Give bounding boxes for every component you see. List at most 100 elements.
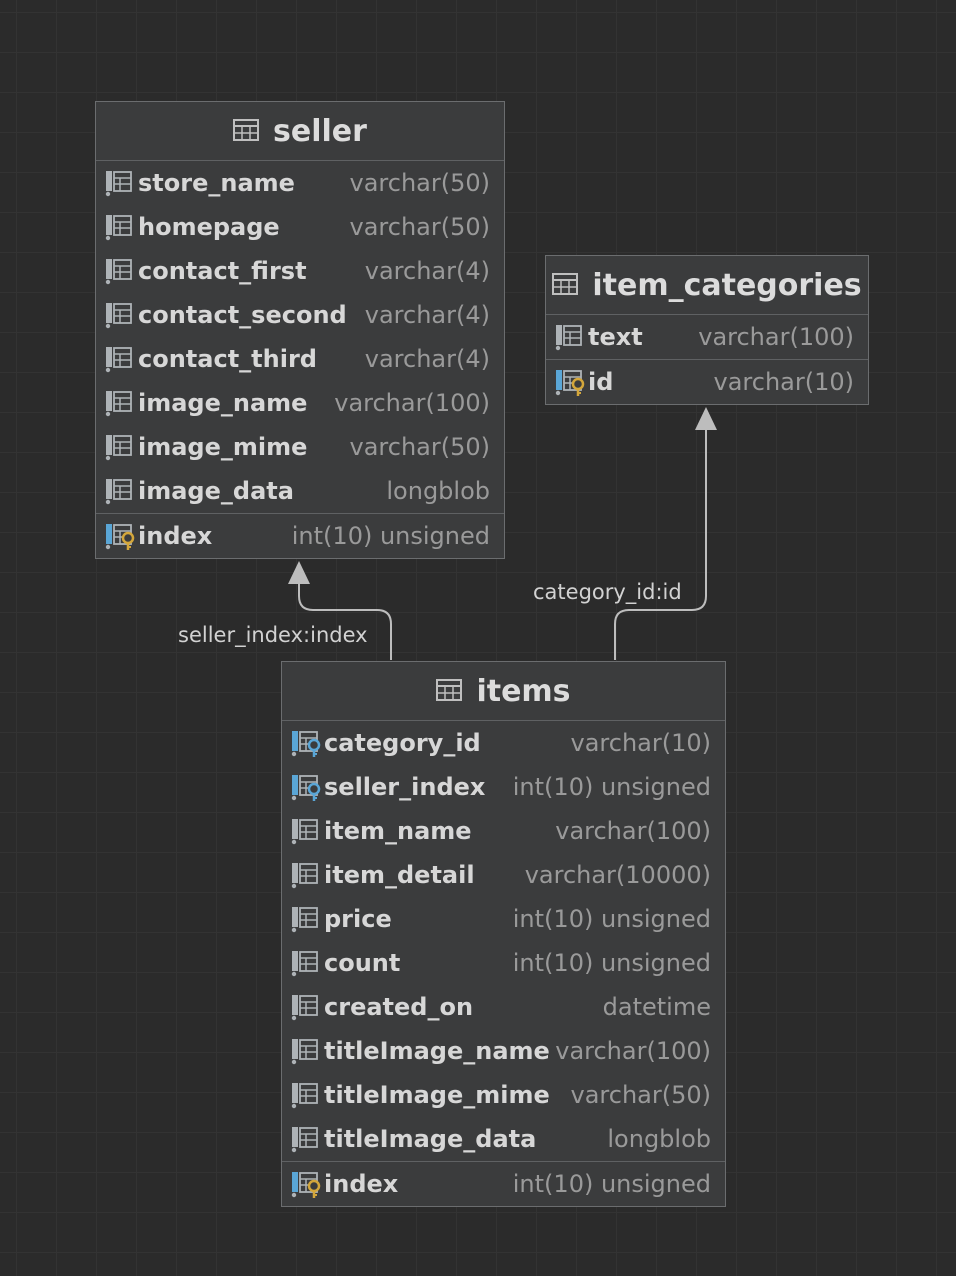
column-row[interactable]: titleImage_name varchar(100) (282, 1029, 725, 1073)
column-icon (290, 993, 324, 1021)
column-list: category_id varchar(10) seller_index int(10… (282, 721, 725, 1161)
column-type: varchar(10) (570, 729, 712, 757)
table-header[interactable]: item_categories (546, 256, 868, 315)
column-icon (104, 213, 138, 241)
column-icon (554, 323, 588, 351)
column-row[interactable]: homepage varchar(50) (96, 205, 504, 249)
column-row[interactable]: count int(10) unsigned (282, 941, 725, 985)
category-relation-label: category_id:id (533, 580, 682, 604)
primary-key-row[interactable]: id varchar(10) (546, 360, 868, 404)
column-name: contact_third (138, 345, 317, 373)
column-icon (104, 301, 138, 329)
column-type: varchar(100) (698, 323, 854, 351)
column-type: varchar(50) (349, 169, 491, 197)
seller-relation-arrow (288, 561, 310, 584)
column-row[interactable]: contact_third varchar(4) (96, 337, 504, 381)
table-icon (233, 114, 260, 149)
column-row[interactable]: seller_index int(10) unsigned (282, 765, 725, 809)
column-list: text varchar(100) (546, 315, 868, 359)
column-type: varchar(10000) (524, 861, 711, 889)
column-type: int(10) unsigned (291, 522, 490, 550)
column-type: varchar(100) (555, 1037, 711, 1065)
column-name: price (324, 905, 392, 933)
table-title: seller (273, 113, 367, 149)
column-name: count (324, 949, 401, 977)
column-type: varchar(50) (349, 433, 491, 461)
column-row[interactable]: store_name varchar(50) (96, 161, 504, 205)
column-row[interactable]: text varchar(100) (546, 315, 868, 359)
column-type: int(10) unsigned (512, 1170, 711, 1198)
column-row[interactable]: image_name varchar(100) (96, 381, 504, 425)
column-type: longblob (386, 477, 490, 505)
column-icon (290, 817, 324, 845)
column-list: store_name varchar(50) homepage varchar(50)… (96, 161, 504, 513)
table-header[interactable]: items (282, 662, 725, 721)
column-row[interactable]: image_mime varchar(50) (96, 425, 504, 469)
column-icon (104, 169, 138, 197)
table-seller[interactable]: seller store_name varchar(50) homepage varc… (95, 101, 505, 559)
column-type: varchar(4) (364, 301, 490, 329)
category-relation-arrow (695, 407, 717, 430)
column-icon (104, 257, 138, 285)
column-type: int(10) unsigned (512, 949, 711, 977)
column-icon (290, 949, 324, 977)
column-name: item_detail (324, 861, 475, 889)
column-type: varchar(100) (555, 817, 711, 845)
column-row[interactable]: contact_second varchar(4) (96, 293, 504, 337)
column-type: varchar(10) (713, 368, 855, 396)
column-name: titleImage_mime (324, 1081, 550, 1109)
column-name: seller_index (324, 773, 486, 801)
column-row[interactable]: category_id varchar(10) (282, 721, 725, 765)
column-name: store_name (138, 169, 295, 197)
column-name: homepage (138, 213, 280, 241)
column-icon (104, 477, 138, 505)
column-icon (104, 389, 138, 417)
column-name: category_id (324, 729, 481, 757)
column-name: created_on (324, 993, 474, 1021)
column-row[interactable]: contact_first varchar(4) (96, 249, 504, 293)
primary-key-row[interactable]: index int(10) unsigned (96, 514, 504, 558)
primary-key-section: index int(10) unsigned (282, 1161, 725, 1206)
column-icon (104, 345, 138, 373)
column-type: longblob (607, 1125, 711, 1153)
table-header[interactable]: seller (96, 102, 504, 161)
table-title: item_categories (592, 267, 862, 303)
column-type: int(10) unsigned (512, 905, 711, 933)
primary-key-icon (554, 368, 588, 396)
seller-relation-line (298, 582, 392, 660)
table-icon (552, 268, 579, 303)
column-type: varchar(4) (364, 345, 490, 373)
column-row[interactable]: image_data longblob (96, 469, 504, 513)
column-icon (290, 1081, 324, 1109)
category-relation-line (614, 428, 707, 660)
column-icon (290, 1125, 324, 1153)
column-name: contact_second (138, 301, 347, 329)
column-type: int(10) unsigned (512, 773, 711, 801)
column-name: contact_first (138, 257, 307, 285)
column-name: index (324, 1170, 399, 1198)
column-type: datetime (602, 993, 711, 1021)
column-row[interactable]: item_detail varchar(10000) (282, 853, 725, 897)
primary-key-section: id varchar(10) (546, 359, 868, 404)
column-name: item_name (324, 817, 472, 845)
column-type: varchar(50) (349, 213, 491, 241)
column-name: image_data (138, 477, 294, 505)
column-row[interactable]: price int(10) unsigned (282, 897, 725, 941)
primary-key-row[interactable]: index int(10) unsigned (282, 1162, 725, 1206)
foreign-key-icon (290, 729, 324, 757)
column-row[interactable]: titleImage_mime varchar(50) (282, 1073, 725, 1117)
column-name: image_mime (138, 433, 308, 461)
column-name: text (588, 323, 643, 351)
foreign-key-icon (290, 773, 324, 801)
column-type: varchar(50) (570, 1081, 712, 1109)
column-row[interactable]: item_name varchar(100) (282, 809, 725, 853)
column-name: titleImage_data (324, 1125, 537, 1153)
column-type: varchar(100) (334, 389, 490, 417)
column-row[interactable]: created_on datetime (282, 985, 725, 1029)
table-title: items (476, 673, 571, 709)
table-item-categories[interactable]: item_categories text varchar(100) id varch… (545, 255, 869, 405)
column-name: titleImage_name (324, 1037, 550, 1065)
column-icon (104, 433, 138, 461)
column-row[interactable]: titleImage_data longblob (282, 1117, 725, 1161)
table-items[interactable]: items category_id varchar(10) seller_index… (281, 661, 726, 1207)
